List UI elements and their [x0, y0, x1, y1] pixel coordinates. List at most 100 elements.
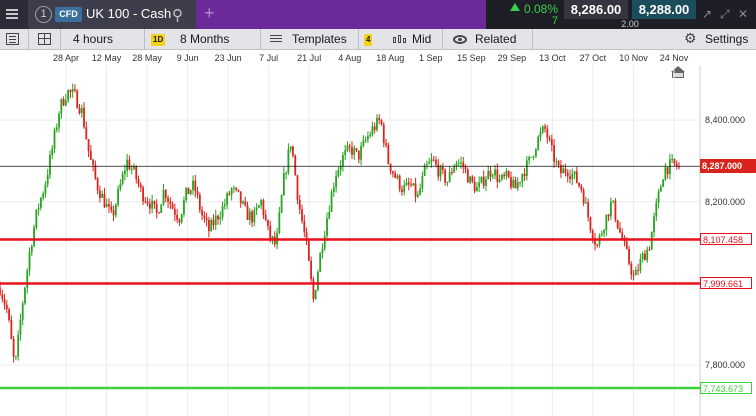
candle-body: [323, 235, 326, 249]
candle-body: [201, 209, 204, 216]
candle-body: [83, 107, 85, 128]
expand-icon[interactable]: ⤢: [720, 7, 730, 22]
candle-body: [76, 90, 79, 109]
level-price-tag[interactable]: 8,107.458: [700, 233, 752, 246]
candle-body: [210, 219, 213, 232]
candle-body: [342, 155, 344, 166]
candle-body: [557, 161, 560, 166]
date-tick-label: 10 Nov: [619, 53, 648, 63]
date-tick-label: 9 Jun: [176, 53, 199, 63]
candle-body: [423, 165, 426, 176]
candle-body: [80, 107, 83, 114]
level-price-tag[interactable]: 7,743.673: [700, 381, 752, 394]
candle-body: [673, 158, 676, 164]
related-button[interactable]: Related: [475, 32, 516, 46]
buy-price-button[interactable]: 8,288.00: [632, 0, 696, 19]
detach-icon[interactable]: ↗: [702, 7, 712, 21]
candle-body: [189, 190, 192, 195]
candle-body: [453, 166, 456, 173]
candle-body: [3, 298, 6, 305]
candle-body: [662, 179, 665, 187]
candle-body: [514, 179, 517, 189]
candle-body: [198, 194, 201, 210]
candle-body: [625, 241, 628, 249]
candle-body: [503, 174, 506, 177]
gear-icon[interactable]: ⚙: [684, 30, 697, 47]
candle-body: [298, 200, 301, 210]
candle-body: [332, 187, 335, 192]
candle-body: [655, 202, 658, 217]
settings-button[interactable]: Settings: [705, 32, 748, 46]
candle-body: [646, 249, 649, 261]
candle-body: [589, 217, 592, 231]
date-tick-label: 29 Sep: [497, 53, 527, 63]
candle-body: [114, 204, 117, 216]
candle-body: [357, 150, 360, 160]
candle-body: [335, 175, 337, 188]
sell-price-button[interactable]: 8,286.00: [564, 0, 628, 19]
candle-body: [153, 200, 156, 204]
candle-body: [630, 263, 633, 275]
add-tab-icon[interactable]: +: [204, 3, 215, 24]
candle-body: [580, 185, 583, 191]
price-mode-button[interactable]: Mid: [412, 32, 431, 46]
candle-body: [87, 139, 90, 152]
period-dropdown[interactable]: 8 Months: [180, 32, 229, 46]
candle-body: [669, 159, 671, 174]
candle-body: [414, 183, 417, 197]
instrument-name[interactable]: UK 100 - Cash: [86, 6, 171, 21]
close-icon[interactable]: ✕: [738, 7, 748, 21]
candle-body: [10, 319, 13, 339]
candle-body: [475, 187, 478, 192]
candle-body: [226, 193, 228, 205]
candle-body: [94, 164, 97, 179]
timeframe-dropdown[interactable]: 4 hours: [73, 32, 113, 46]
search-icon[interactable]: ⚲: [172, 6, 183, 24]
candle-body: [614, 200, 617, 221]
candle-body: [180, 214, 183, 223]
candle-body: [257, 205, 260, 208]
candle-body: [19, 319, 22, 335]
candle-body: [482, 176, 485, 186]
candle-body: [573, 171, 576, 175]
eye-icon[interactable]: [453, 35, 467, 44]
templates-button[interactable]: Templates: [292, 32, 347, 46]
candle-body: [183, 200, 185, 215]
candle-body: [612, 200, 615, 202]
candle-body: [310, 260, 313, 280]
price-chart[interactable]: [0, 65, 756, 416]
candle-body: [176, 214, 179, 220]
candle-body: [444, 169, 446, 183]
templates-icon[interactable]: [270, 35, 282, 36]
candle-body: [525, 160, 528, 177]
candle-body: [535, 149, 537, 156]
date-tick-label: 18 Aug: [376, 53, 405, 63]
date-tick-label: 15 Sep: [457, 53, 486, 63]
candle-body: [221, 206, 224, 218]
layout-grid-icon[interactable]: [38, 33, 51, 45]
candle-body: [233, 187, 235, 189]
candle-body: [634, 269, 637, 276]
menu-icon[interactable]: [0, 0, 28, 29]
change-percent: 0.08%: [523, 2, 558, 16]
candle-body: [460, 162, 462, 164]
candle-body: [464, 166, 467, 170]
candlestick-icon[interactable]: [392, 33, 406, 46]
candle-body: [1, 294, 4, 299]
candle-body: [428, 162, 431, 165]
candle-body: [401, 189, 403, 193]
candle-body: [480, 176, 483, 183]
candle-body: [49, 154, 51, 175]
candle-body: [616, 220, 619, 229]
list-icon[interactable]: [6, 33, 19, 45]
candle-body: [307, 241, 310, 261]
candle-body: [28, 252, 31, 271]
candle-body: [24, 287, 26, 304]
candle-body: [317, 271, 319, 291]
candle-body: [421, 175, 424, 189]
chart-toolbar: 4 hours 1D 8 Months Templates 4 Mid Rela…: [0, 29, 756, 50]
candle-body: [644, 253, 646, 261]
candle-body: [21, 303, 24, 320]
level-price-tag[interactable]: 7,999.661: [700, 277, 752, 290]
candle-body: [410, 184, 412, 186]
